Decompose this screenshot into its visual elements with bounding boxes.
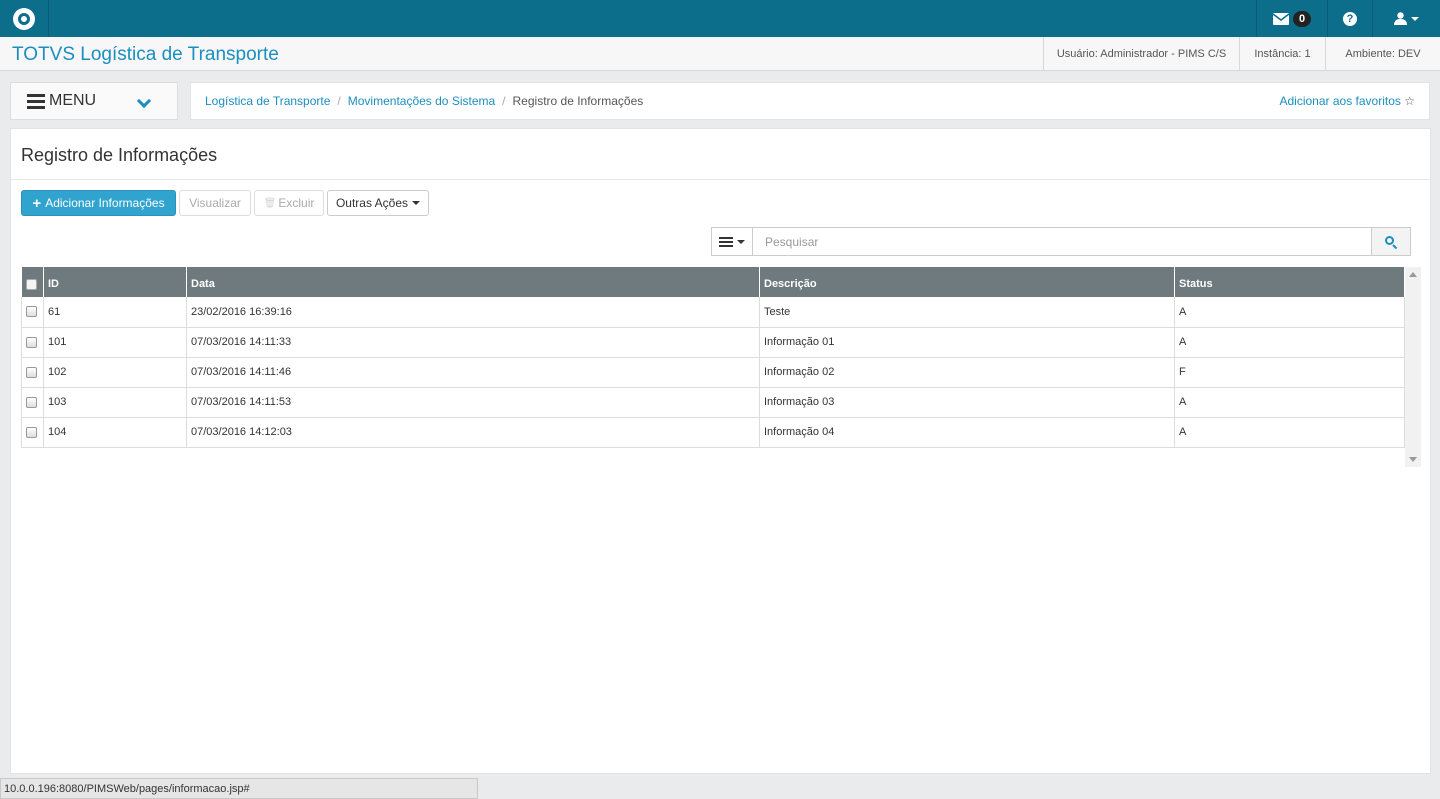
hamburger-icon [27, 93, 45, 109]
delete-button[interactable]: 🗑 Excluir [254, 190, 324, 216]
data-grid: ID Data Descrição Status 61 23/02/2016 1… [21, 267, 1405, 448]
grid-scrollbar[interactable] [1405, 267, 1421, 467]
cell-id: 103 [43, 387, 187, 418]
delete-label: Excluir [278, 196, 315, 210]
more-actions-dropdown[interactable]: Outras Ações [327, 190, 429, 216]
cell-descricao: Teste [759, 297, 1175, 328]
messages-button[interactable]: 0 [1256, 0, 1327, 37]
view-button[interactable]: Visualizar [179, 190, 251, 216]
cell-descricao: Informação 01 [759, 327, 1175, 358]
top-navbar: 0 ? [0, 0, 1440, 37]
select-all-checkbox[interactable] [25, 278, 37, 290]
cell-status: A [1174, 387, 1405, 418]
more-actions-label: Outras Ações [335, 196, 409, 210]
star-icon: ☆ [1404, 94, 1415, 108]
caret-down-icon [412, 201, 421, 205]
list-icon [719, 236, 733, 247]
plus-icon: + [32, 194, 42, 212]
table-row[interactable]: 103 07/03/2016 14:11:53 Informação 03 A [21, 387, 1405, 418]
cell-status: F [1174, 357, 1405, 388]
divider [11, 179, 1430, 180]
question-circle-icon: ? [1343, 11, 1357, 26]
instance-info: Instância: 1 [1239, 37, 1325, 71]
cell-status: A [1174, 417, 1405, 448]
envelope-icon [1272, 12, 1289, 25]
column-header-descricao[interactable]: Descrição [759, 267, 1175, 297]
cell-descricao: Informação 02 [759, 357, 1175, 388]
cell-data: 07/03/2016 14:12:03 [186, 417, 760, 448]
search-options-dropdown[interactable] [711, 227, 753, 256]
cell-id: 102 [43, 357, 187, 388]
table-row[interactable]: 101 07/03/2016 14:11:33 Informação 01 A [21, 327, 1405, 358]
logo-icon [13, 7, 35, 30]
breadcrumb-current: Registro de Informações [512, 94, 644, 108]
cell-id: 101 [43, 327, 187, 358]
row-select-cell [21, 297, 44, 328]
table-header-row: ID Data Descrição Status [21, 267, 1405, 297]
select-all-cell [21, 267, 44, 297]
user-info: Usuário: Administrador - PIMS C/S [1043, 37, 1239, 71]
column-header-status[interactable]: Status [1174, 267, 1405, 297]
breadcrumb-item-movimentacoes[interactable]: Movimentações do Sistema [348, 94, 495, 108]
view-label: Visualizar [189, 196, 241, 210]
cell-data: 23/02/2016 16:39:16 [186, 297, 760, 328]
row-checkbox[interactable] [26, 336, 37, 348]
page-title: Registro de Informações [21, 145, 218, 165]
breadcrumb-separator: / [502, 94, 506, 108]
environment-info: Ambiente: DEV [1325, 37, 1440, 71]
breadcrumb-bar: Logística de Transporte / Movimentações … [190, 82, 1430, 120]
row-checkbox[interactable] [26, 396, 37, 408]
help-button[interactable]: ? [1327, 0, 1372, 37]
browser-status-url: 10.0.0.196:8080/PIMSWeb/pages/informacao… [0, 778, 478, 799]
app-title[interactable]: TOTVS Logística de Transporte [12, 44, 279, 66]
row-checkbox[interactable] [26, 306, 37, 318]
column-header-id[interactable]: ID [43, 267, 187, 297]
row-select-cell [21, 327, 44, 358]
main-panel: Registro de Informações + Adicionar Info… [10, 128, 1431, 774]
row-checkbox[interactable] [26, 366, 37, 378]
trash-icon: 🗑 [263, 197, 277, 209]
search-icon [1385, 235, 1398, 249]
cell-descricao: Informação 03 [759, 387, 1175, 418]
row-checkbox[interactable] [26, 426, 37, 438]
user-menu-button[interactable] [1372, 0, 1440, 37]
breadcrumb-item-logistica[interactable]: Logística de Transporte [205, 94, 330, 108]
table-row[interactable]: 104 07/03/2016 14:12:03 Informação 04 A [21, 417, 1405, 448]
totvs-logo[interactable] [0, 0, 49, 37]
row-select-cell [21, 357, 44, 388]
chevron-down-icon [136, 93, 152, 109]
caret-down-icon [1411, 16, 1419, 21]
search-input[interactable] [753, 227, 1372, 256]
table-row[interactable]: 102 07/03/2016 14:11:46 Informação 02 F [21, 357, 1405, 388]
cell-status: A [1174, 297, 1405, 328]
breadcrumb: Logística de Transporte / Movimentações … [205, 94, 643, 108]
row-select-cell [21, 387, 44, 418]
menu-label: MENU [49, 92, 97, 109]
user-icon [1394, 12, 1407, 25]
scroll-down-icon[interactable] [1409, 457, 1417, 462]
add-favorites-label: Adicionar aos favoritos [1279, 94, 1401, 108]
cell-status: A [1174, 327, 1405, 358]
app-header: TOTVS Logística de Transporte Usuário: A… [0, 37, 1440, 71]
add-favorites-link[interactable]: Adicionar aos favoritos ☆ [1279, 94, 1415, 108]
add-information-label: Adicionar Informações [45, 196, 165, 210]
breadcrumb-separator: / [337, 94, 341, 108]
column-header-data[interactable]: Data [186, 267, 760, 297]
caret-down-icon [737, 239, 745, 244]
cell-data: 07/03/2016 14:11:53 [186, 387, 760, 418]
cell-id: 104 [43, 417, 187, 448]
scroll-up-icon[interactable] [1409, 272, 1417, 277]
menu-toggle[interactable]: MENU [10, 82, 178, 120]
messages-count-badge: 0 [1292, 10, 1312, 27]
table-row[interactable]: 61 23/02/2016 16:39:16 Teste A [21, 297, 1405, 328]
cell-id: 61 [43, 297, 187, 328]
cell-descricao: Informação 04 [759, 417, 1175, 448]
cell-data: 07/03/2016 14:11:33 [186, 327, 760, 358]
cell-data: 07/03/2016 14:11:46 [186, 357, 760, 388]
search-button[interactable] [1371, 227, 1411, 256]
add-information-button[interactable]: + Adicionar Informações [21, 190, 176, 216]
row-select-cell [21, 417, 44, 448]
